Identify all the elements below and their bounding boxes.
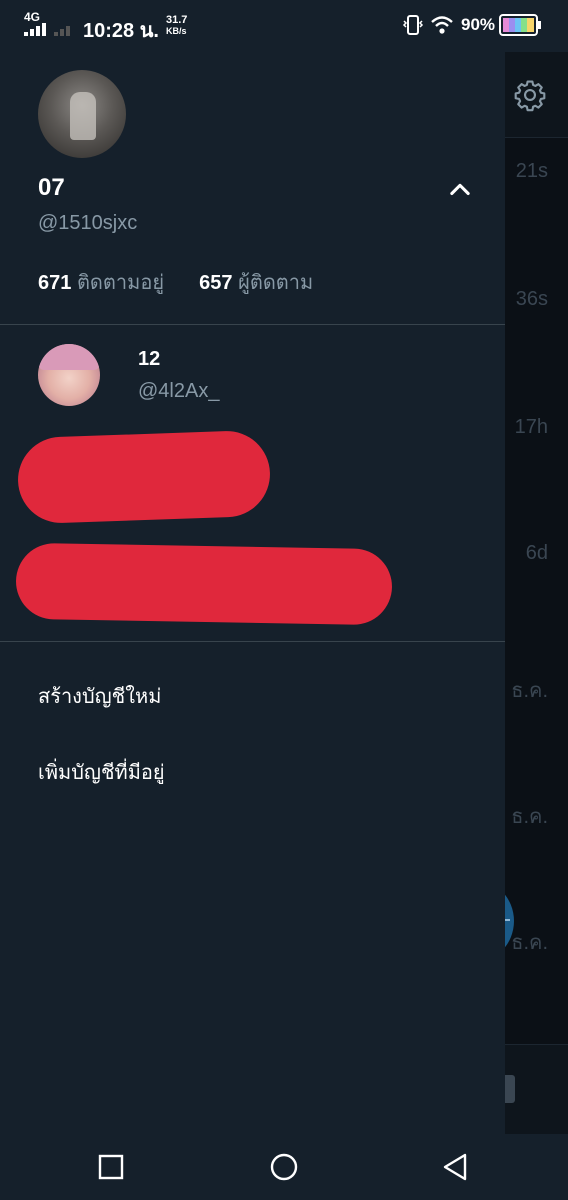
chevron-up-icon[interactable] [446,176,474,204]
tweet-time: ธ.ค. [511,932,548,954]
tweet-time: ธ.ค. [511,806,548,828]
profile-avatar[interactable] [38,70,126,158]
vibrate-icon [402,15,424,35]
followers-link[interactable]: 657 ผู้ติดตาม [199,272,313,294]
wifi-icon [431,16,453,34]
following-count: 671 [38,272,72,294]
account-name: 12 [138,348,161,370]
divider [0,641,505,642]
divider [0,324,505,325]
clock: 10:28 น. [83,20,159,42]
home-button[interactable] [269,1152,299,1182]
system-navigation-bar [0,1134,568,1200]
redaction-mark [15,542,393,626]
battery-icon [499,14,541,36]
create-account-item[interactable]: สร้างบัญชีใหม่ [38,680,161,712]
account-handle: @4l2Ax_ [138,380,220,402]
account-drawer: 07 @1510sjxc 671 ติดตามอยู่ 657 ผู้ติดตา… [0,52,505,1134]
tweet-time: 21s [515,160,548,182]
timeline-header [505,52,568,138]
tweet-time: ธ.ค. [511,680,548,702]
timeline-behind-drawer: 21s 36s 17h 6d ธ.ค. ธ.ค. ธ.ค. [499,52,568,1134]
network-speed-value: 31.7 [166,14,188,26]
followers-count: 657 [199,272,233,294]
followers-label: ผู้ติดตาม [238,272,314,294]
gear-icon[interactable] [513,78,547,112]
bottom-tab-bar [499,1044,568,1134]
avatar-hair [38,344,100,370]
tweet-time: 36s [515,288,548,310]
add-existing-account-item[interactable]: เพิ่มบัญชีที่มีอยู่ [38,756,165,788]
account-avatar [38,344,100,406]
following-label: ติดตามอยู่ [76,272,165,294]
status-bar: 4G 10:28 น. 31.7 KB/s 90% [0,0,568,52]
avatar-figure [70,92,96,140]
redaction-mark [16,429,272,525]
follow-stats: 671 ติดตามอยู่ 657 ผู้ติดตาม [38,266,313,298]
network-speed-unit: KB/s [166,26,187,36]
profile-handle[interactable]: @1510sjxc [38,212,137,235]
back-button[interactable] [440,1152,470,1182]
signal-icon [24,23,70,36]
tweet-time: 6d [525,542,548,564]
battery-percent: 90% [461,15,496,34]
tweet-time: 17h [514,416,548,438]
recents-button[interactable] [96,1152,126,1182]
profile-name[interactable]: 07 [38,174,65,202]
following-link[interactable]: 671 ติดตามอยู่ [38,272,170,294]
